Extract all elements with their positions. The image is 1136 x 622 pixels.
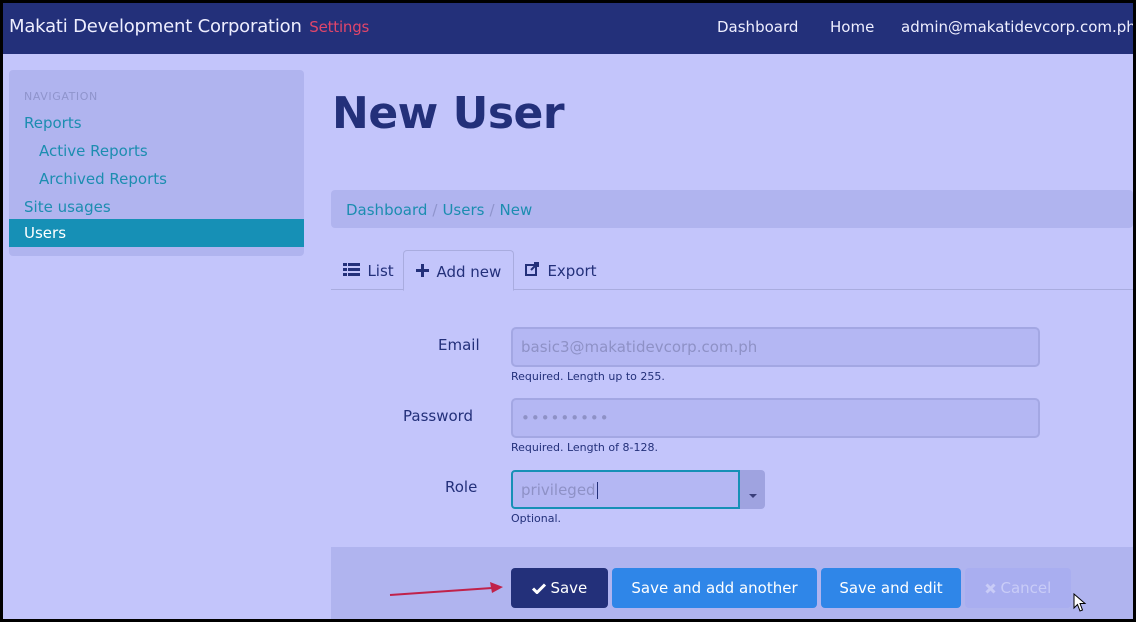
sidebar: NAVIGATION Reports Active Reports Archiv…	[9, 70, 304, 256]
breadcrumb-new[interactable]: New	[500, 201, 533, 219]
nav-link-user-account[interactable]: admin@makatidevcorp.com.ph	[901, 18, 1133, 36]
text-caret	[596, 482, 598, 499]
breadcrumb-separator: /	[432, 201, 438, 219]
save-button[interactable]: Save	[511, 568, 608, 608]
sidebar-item-site-usages[interactable]: Site usages	[24, 198, 111, 216]
app-window: Makati Development Corporation Settings …	[3, 3, 1133, 619]
role-select[interactable]: privileged	[511, 470, 765, 509]
check-icon	[531, 579, 551, 597]
close-icon	[985, 579, 1001, 597]
brand-section: Settings	[309, 18, 370, 36]
tab-export-label: Export	[547, 262, 597, 280]
tab-export[interactable]: Export	[513, 250, 609, 290]
sidebar-header: NAVIGATION	[24, 90, 98, 103]
tab-list[interactable]: List	[331, 250, 406, 290]
plus-icon	[416, 264, 433, 281]
tab-add-new-label: Add new	[436, 263, 502, 281]
export-icon	[525, 262, 544, 280]
breadcrumb-separator: /	[489, 201, 495, 219]
save-and-add-another-button[interactable]: Save and add another	[612, 568, 817, 608]
breadcrumb-users[interactable]: Users	[442, 201, 484, 219]
page-title: New User	[332, 88, 565, 139]
role-select-value: privileged	[521, 481, 596, 499]
nav-link-dashboard[interactable]: Dashboard	[717, 18, 798, 36]
password-label: Password	[403, 407, 474, 425]
nav-link-home[interactable]: Home	[830, 18, 874, 36]
role-select-input[interactable]: privileged	[511, 470, 740, 509]
cancel-button[interactable]: Cancel	[965, 568, 1071, 608]
role-label: Role	[445, 478, 478, 496]
email-help: Required. Length up to 255.	[511, 370, 665, 383]
brand-name: Makati Development Corporation	[9, 16, 302, 37]
top-navbar: Makati Development Corporation Settings …	[3, 3, 1133, 54]
chevron-down-icon	[748, 494, 757, 498]
tab-add-new[interactable]: Add new	[403, 250, 515, 291]
password-help: Required. Length of 8-128.	[511, 441, 658, 454]
save-and-edit-button[interactable]: Save and edit	[821, 568, 961, 608]
sidebar-item-users[interactable]: Users	[9, 219, 304, 247]
tab-bar: List Add new Export	[331, 250, 1133, 291]
save-button-label: Save	[550, 579, 588, 597]
role-select-toggle[interactable]	[740, 470, 765, 509]
breadcrumb-dashboard[interactable]: Dashboard	[346, 201, 427, 219]
role-help: Optional.	[511, 512, 562, 525]
sidebar-item-active-reports[interactable]: Active Reports	[39, 142, 148, 160]
sidebar-item-archived-reports[interactable]: Archived Reports	[39, 170, 167, 188]
annotation-arrow	[389, 582, 503, 596]
breadcrumb: Dashboard / Users / New	[331, 190, 1133, 228]
tab-list-label: List	[367, 262, 394, 280]
cancel-button-label: Cancel	[1000, 579, 1052, 597]
password-field[interactable]	[511, 398, 1040, 438]
mouse-cursor-icon	[1073, 593, 1087, 612]
email-label: Email	[438, 336, 480, 354]
brand[interactable]: Makati Development Corporation Settings	[9, 16, 369, 37]
sidebar-item-reports[interactable]: Reports	[24, 114, 82, 132]
list-icon	[343, 263, 364, 280]
email-field[interactable]	[511, 327, 1040, 367]
